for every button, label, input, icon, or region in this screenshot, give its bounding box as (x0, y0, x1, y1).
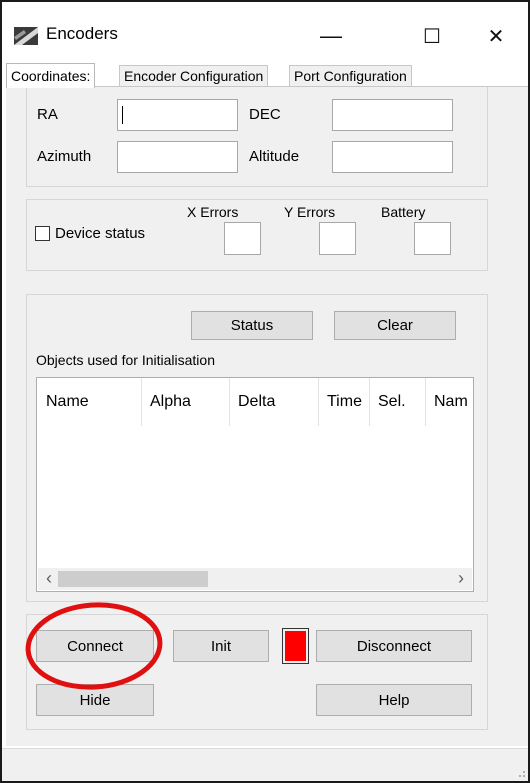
battery-label: Battery (381, 204, 426, 220)
close-button[interactable]: ✕ (473, 16, 519, 56)
column-header-name[interactable]: Name (37, 378, 141, 426)
column-header-nam[interactable]: Nam (425, 378, 473, 426)
resize-grip-icon[interactable] (514, 766, 526, 778)
disconnect-button[interactable]: Disconnect (316, 630, 472, 662)
clear-button[interactable]: Clear (334, 311, 456, 340)
initialisation-caption: Objects used for Initialisation (36, 352, 215, 368)
column-header-sel[interactable]: Sel. (369, 378, 425, 426)
ra-field[interactable] (117, 99, 238, 131)
column-header-delta[interactable]: Delta (229, 378, 318, 426)
device-status-checkbox[interactable] (35, 226, 50, 241)
app-icon (14, 27, 38, 45)
scrollbar-thumb[interactable] (58, 571, 208, 587)
altitude-label: Altitude (249, 148, 300, 165)
maximize-button[interactable]: ☐ (409, 16, 455, 56)
status-bar (2, 748, 528, 781)
x-errors-field (224, 222, 261, 255)
device-status-label: Device status (55, 225, 146, 242)
window-title: Encoders (46, 24, 118, 43)
init-button[interactable]: Init (173, 630, 269, 662)
column-header-time[interactable]: Time (318, 378, 369, 426)
column-header-alpha[interactable]: Alpha (141, 378, 229, 426)
minimize-button[interactable]: — (308, 16, 354, 56)
x-errors-label: X Errors (187, 204, 239, 220)
azimuth-field[interactable] (117, 141, 238, 173)
horizontal-scrollbar[interactable]: ‹ › (38, 568, 472, 590)
dec-label: DEC (249, 106, 281, 123)
initialisation-objects-list[interactable]: Name Alpha Delta Time Sel. Nam ‹ › (36, 377, 474, 592)
azimuth-label: Azimuth (37, 148, 92, 165)
scroll-left-icon[interactable]: ‹ (40, 568, 58, 590)
text-cursor (122, 106, 123, 124)
connection-indicator (282, 628, 309, 664)
scroll-right-icon[interactable]: › (452, 568, 470, 590)
status-button[interactable]: Status (191, 311, 313, 340)
help-button[interactable]: Help (316, 684, 472, 716)
y-errors-field (319, 222, 356, 255)
y-errors-label: Y Errors (284, 204, 336, 220)
dec-field[interactable] (332, 99, 453, 131)
annotation-circle (25, 602, 163, 690)
altitude-field[interactable] (332, 141, 453, 173)
battery-field (414, 222, 451, 255)
ra-label: RA (37, 106, 58, 123)
tab-coordinates[interactable]: Coordinates: (6, 63, 96, 88)
tab-strip: Coordinates: Encoder Configuration Port … (6, 63, 528, 89)
